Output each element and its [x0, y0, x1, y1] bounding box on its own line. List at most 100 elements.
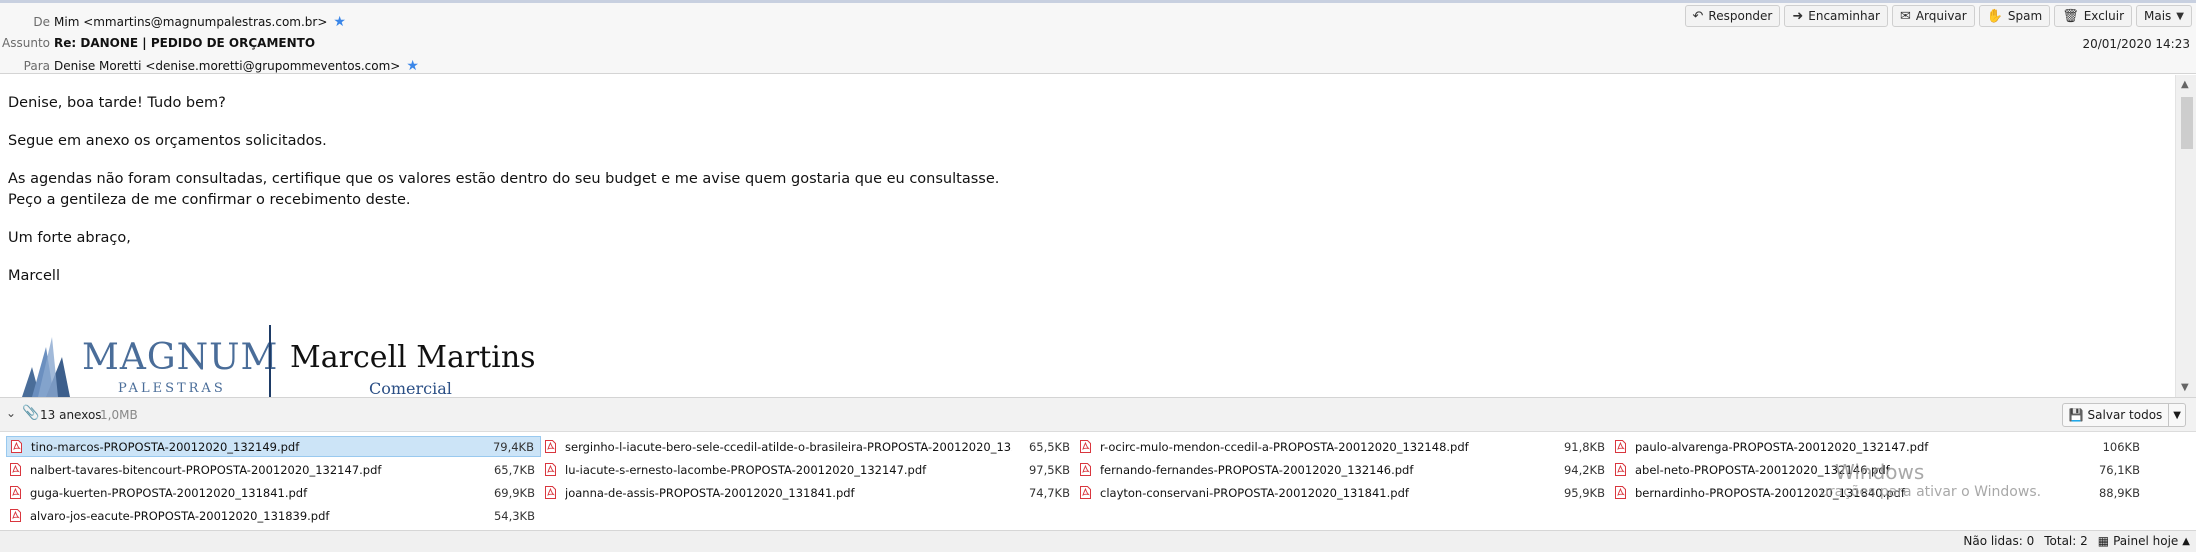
attachment-name: clayton-conservani-PROPOSTA-20012020_131… [1100, 485, 1409, 500]
signature-role: Comercial [369, 379, 452, 397]
status-bar: Não lidas: 0 Total: 2 ▦ Painel hoje ▲ [0, 530, 2196, 552]
attachment-item[interactable]: lu-iacute-s-ernesto-lacombe-PROPOSTA-200… [541, 459, 1076, 480]
attachment-item[interactable]: guga-kuerten-PROPOSTA-20012020_131841.pd… [6, 482, 541, 503]
body-scrollbar[interactable]: ▲ ▼ [2175, 75, 2196, 397]
pdf-file-icon [1615, 463, 1626, 476]
attachment-size: 91,8KB [1563, 439, 1605, 454]
attachment-name: r-ocirc-mulo-mendon-ccedil-a-PROPOSTA-20… [1100, 439, 1469, 454]
body-line-1: Segue em anexo os orçamentos solicitados… [8, 133, 327, 149]
attachment-item[interactable]: r-ocirc-mulo-mendon-ccedil-a-PROPOSTA-20… [1076, 436, 1611, 457]
pdf-file-icon [545, 463, 556, 476]
scroll-up-icon[interactable]: ▲ [2181, 79, 2189, 90]
attachment-size: 65,5KB [1028, 439, 1070, 454]
attachment-item[interactable]: serginho-l-iacute-bero-sele-ccedil-atild… [541, 436, 1076, 457]
pdf-file-icon [10, 509, 21, 522]
archive-label: Arquivar [1915, 9, 1967, 23]
reply-button[interactable]: ↶ Responder [1684, 5, 1781, 27]
attachment-size: 76,1KB [2098, 462, 2140, 477]
save-icon: 💾 [2068, 408, 2084, 422]
from-value[interactable]: Mim <mmartins@magnumpalestras.com.br> [54, 15, 327, 29]
from-row: De Mim <mmartins@magnumpalestras.com.br>… [0, 12, 346, 32]
to-row: Para Denise Moretti <denise.moretti@grup… [0, 56, 419, 76]
forward-button[interactable]: ➜ Encaminhar [1784, 5, 1888, 27]
forward-icon: ➜ [1792, 8, 1804, 24]
attachment-item[interactable]: clayton-conservani-PROPOSTA-20012020_131… [1076, 482, 1611, 503]
body-line-2: As agendas não foram consultadas, certif… [8, 171, 1000, 187]
chevron-up-icon: ▲ [2182, 535, 2190, 547]
attachment-item[interactable]: alvaro-jos-eacute-PROPOSTA-20012020_1318… [6, 505, 541, 526]
spam-icon: ✋ [1986, 8, 2003, 24]
message-date: 20/01/2020 14:23 [2082, 37, 2190, 51]
attachment-size: 79,4KB [492, 439, 534, 454]
pdf-file-icon [1080, 440, 1091, 453]
chevron-down-icon: ▼ [2176, 10, 2184, 22]
save-all-label: Salvar todos [2087, 408, 2163, 422]
attachment-name: paulo-alvarenga-PROPOSTA-20012020_132147… [1635, 439, 1929, 454]
attachment-item[interactable]: fernando-fernandes-PROPOSTA-20012020_132… [1076, 459, 1611, 480]
today-pane-label: Painel hoje [2113, 534, 2179, 548]
signature-divider [269, 325, 271, 397]
save-all-button[interactable]: 💾 Salvar todos ▼ [2061, 403, 2186, 427]
subject-label: Assunto [2, 36, 50, 50]
attachments-count: 13 anexos [40, 408, 102, 422]
forward-label: Encaminhar [1808, 9, 1880, 23]
scrollbar-thumb[interactable] [2181, 97, 2193, 149]
today-pane-toggle[interactable]: ▦ Painel hoje ▲ [2098, 534, 2190, 548]
delete-button[interactable]: 🗑 Excluir [2054, 5, 2132, 27]
pdf-file-icon [545, 486, 556, 499]
archive-button[interactable]: ✉ Arquivar [1891, 5, 1975, 27]
from-label: De [33, 15, 50, 29]
greeting-text: Denise, boa tarde! Tudo bem? [8, 95, 226, 111]
pdf-file-icon [1080, 463, 1091, 476]
attachment-size: 95,9KB [1563, 485, 1605, 500]
trash-icon: 🗑 [2062, 8, 2079, 24]
attachment-size: 74,7KB [1028, 485, 1070, 500]
pdf-file-icon [1615, 440, 1626, 453]
attachment-item[interactable]: nalbert-tavares-bitencourt-PROPOSTA-2001… [6, 459, 541, 480]
reply-icon: ↶ [1692, 8, 1704, 24]
body-line-3: Peço a gentileza de me confirmar o receb… [8, 192, 411, 208]
message-body: Denise, boa tarde! Tudo bem? Segue em an… [0, 75, 2176, 397]
watermark-subtext: urações para ativar o Windows. [1820, 484, 2042, 500]
magnum-logo-icon [22, 337, 70, 397]
attachment-item[interactable]: joanna-de-assis-PROPOSTA-20012020_131841… [541, 482, 1076, 503]
closing-text: Um forte abraço, [8, 230, 131, 246]
attachment-name: fernando-fernandes-PROPOSTA-20012020_132… [1100, 462, 1414, 477]
signature-name: Marcell Martins [290, 340, 536, 375]
pdf-file-icon [11, 440, 22, 453]
message-header: De Mim <mmartins@magnumpalestras.com.br>… [0, 0, 2196, 74]
chevron-down-icon[interactable]: ⌄ [6, 406, 16, 420]
calendar-icon: ▦ [2097, 534, 2110, 548]
star-icon[interactable]: ★ [333, 14, 346, 30]
scroll-down-icon[interactable]: ▼ [2181, 382, 2189, 393]
delete-label: Excluir [2083, 9, 2124, 23]
attachment-name: nalbert-tavares-bitencourt-PROPOSTA-2001… [30, 462, 382, 477]
pdf-file-icon [545, 440, 556, 453]
attachment-name: guga-kuerten-PROPOSTA-20012020_131841.pd… [30, 485, 308, 500]
attachments-size: 1,0MB [100, 408, 138, 422]
to-value[interactable]: Denise Moretti <denise.moretti@grupommev… [54, 59, 400, 73]
total-count: Total: 2 [2044, 534, 2088, 548]
attachment-name: lu-iacute-s-ernesto-lacombe-PROPOSTA-200… [565, 462, 927, 477]
chevron-down-icon[interactable]: ▼ [2168, 404, 2185, 426]
attachment-item[interactable]: paulo-alvarenga-PROPOSTA-20012020_132147… [1611, 436, 2146, 457]
spam-button[interactable]: ✋ Spam [1978, 5, 2051, 27]
more-button[interactable]: Mais ▼ [2136, 5, 2192, 27]
reply-label: Responder [1708, 9, 1773, 23]
attachment-name: serginho-l-iacute-bero-sele-ccedil-atild… [565, 439, 1012, 454]
message-actions: ↶ Responder ➜ Encaminhar ✉ Arquivar ✋ Sp… [1684, 5, 2192, 27]
attachment-size: 97,5KB [1028, 462, 1070, 477]
attachment-item[interactable]: tino-marcos-PROPOSTA-20012020_132149.pdf… [6, 436, 541, 457]
logo-subtext: PALESTRAS [118, 381, 226, 396]
subject-row: Assunto Re: DANONE | PEDIDO DE ORÇAMENTO [0, 33, 315, 53]
attachment-size: 65,7KB [493, 462, 535, 477]
to-label: Para [23, 59, 50, 73]
pdf-file-icon [10, 486, 21, 499]
star-icon[interactable]: ★ [406, 58, 419, 74]
archive-icon: ✉ [1899, 8, 1911, 24]
more-label: Mais [2144, 9, 2172, 23]
subject-value: Re: DANONE | PEDIDO DE ORÇAMENTO [54, 36, 316, 50]
attachment-size: 88,9KB [2098, 485, 2140, 500]
pdf-file-icon [1615, 486, 1626, 499]
unread-count: Não lidas: 0 [1963, 534, 2035, 548]
